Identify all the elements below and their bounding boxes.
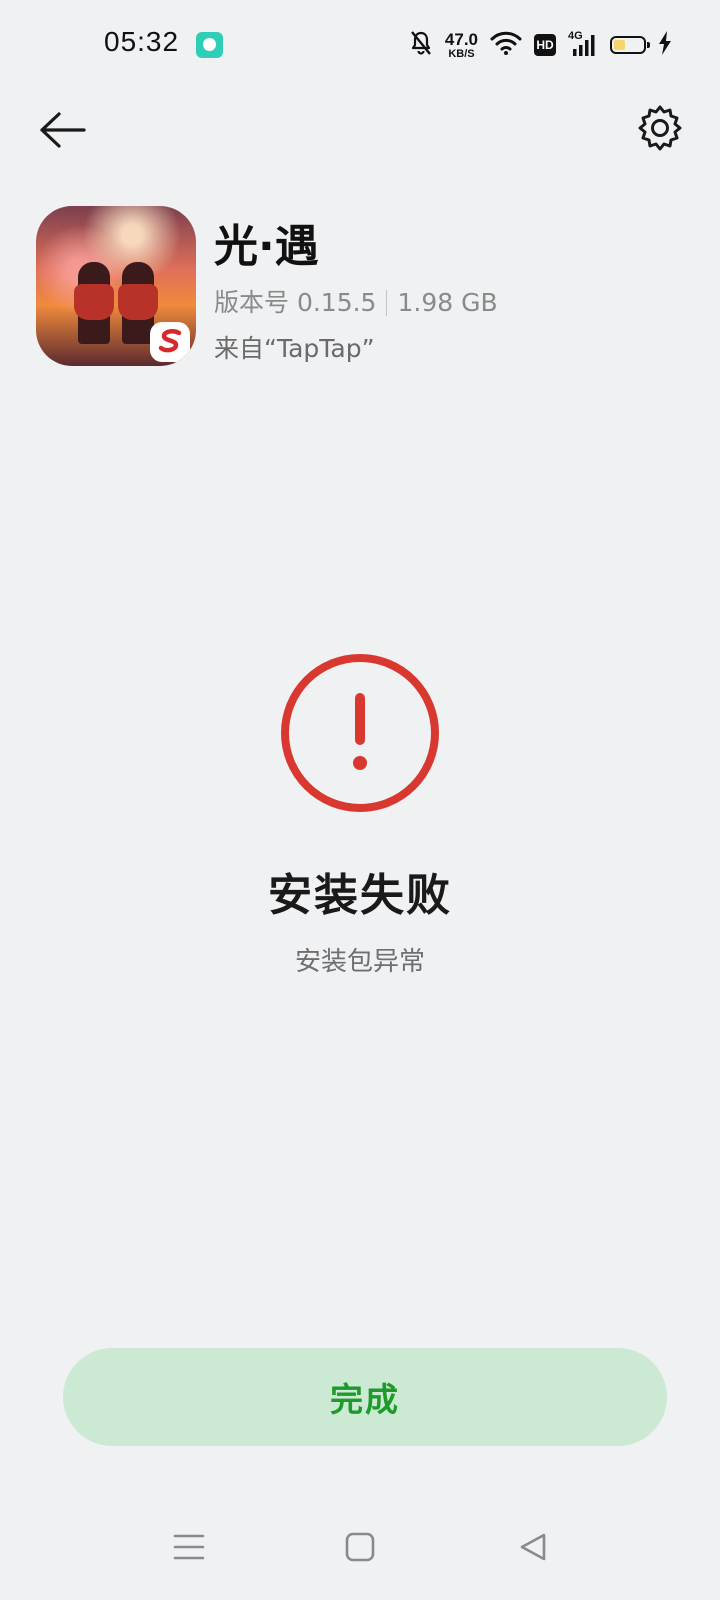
settings-button[interactable]	[630, 100, 690, 160]
menu-icon	[173, 1532, 205, 1566]
bell-muted-icon	[409, 30, 433, 60]
back-triangle-icon	[518, 1532, 548, 1566]
app-version: 版本号 0.15.5	[214, 288, 377, 317]
app-meta: 版本号 0.15.5 1.98 GB	[214, 286, 498, 320]
network-speed: 47.0 KB/S	[445, 31, 478, 60]
app-icon-cape-left	[74, 284, 114, 320]
battery-level	[614, 40, 626, 50]
wifi-icon	[490, 30, 522, 60]
publisher-badge-icon	[150, 322, 190, 362]
hd-icon: HD	[534, 34, 556, 56]
nav-menu-button[interactable]	[164, 1524, 214, 1574]
done-button[interactable]: 完成	[63, 1348, 667, 1446]
status-bar: 05:32 47.0 KB/S HD 4G	[0, 0, 720, 90]
network-speed-value: 47.0	[444, 29, 478, 49]
app-info: 光·遇 版本号 0.15.5 1.98 GB 来自“TapTap”	[36, 206, 676, 366]
navigation-bar	[0, 1510, 720, 1590]
app-source: 来自“TapTap”	[214, 334, 375, 363]
gear-icon	[635, 103, 685, 157]
back-button[interactable]	[32, 102, 92, 162]
home-square-icon	[345, 1532, 375, 1566]
cellular-signal-icon: 4G	[568, 30, 598, 58]
app-size: 1.98 GB	[397, 288, 498, 317]
app-icon	[36, 206, 196, 366]
chat-app-notification-icon	[196, 32, 223, 58]
status-time: 05:32	[104, 26, 180, 57]
app-name: 光·遇	[214, 221, 319, 272]
network-speed-unit: KB/S	[448, 47, 475, 60]
nav-back-button[interactable]	[508, 1524, 558, 1574]
battery-icon	[610, 36, 650, 54]
error-exclamation-icon	[278, 651, 442, 815]
nav-home-button[interactable]	[335, 1524, 385, 1574]
charging-bolt-icon	[658, 31, 672, 59]
arrow-left-icon	[37, 110, 87, 154]
meta-divider	[386, 290, 388, 316]
result-title: 安装失败	[268, 870, 452, 921]
status-icons: 47.0 KB/S HD 4G	[409, 28, 672, 62]
result-subtitle: 安装包异常	[294, 947, 425, 977]
top-bar	[0, 96, 720, 168]
app-icon-cape-right	[118, 284, 158, 320]
